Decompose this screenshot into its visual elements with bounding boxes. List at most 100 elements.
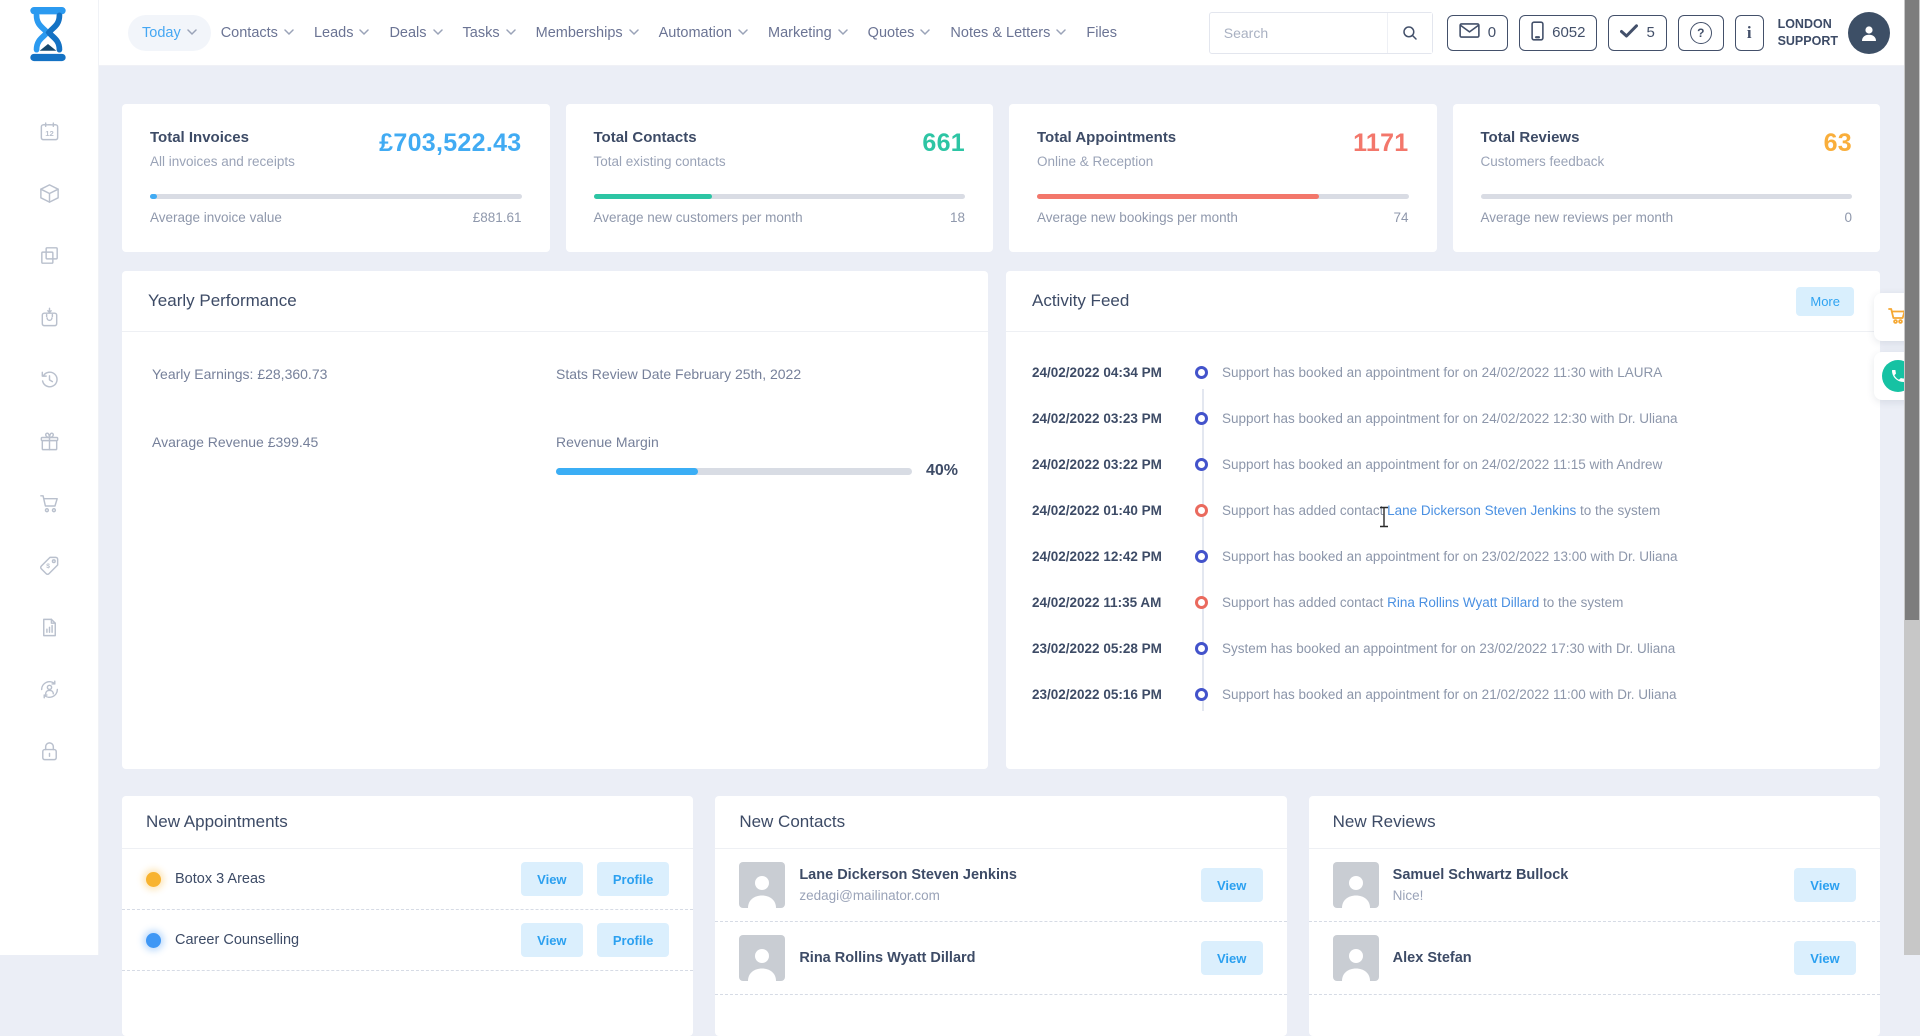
- appointment-service: Botox 3 Areas: [175, 871, 266, 887]
- lock-icon[interactable]: [38, 740, 61, 763]
- nav-item-files[interactable]: Files: [1076, 25, 1127, 41]
- view-button[interactable]: View: [520, 862, 583, 896]
- more-button[interactable]: More: [1796, 286, 1854, 316]
- view-button[interactable]: View: [1200, 941, 1263, 975]
- activity-item: 24/02/2022 12:42 PM Support has booked a…: [1032, 533, 1854, 579]
- tasks-button[interactable]: 5: [1608, 14, 1667, 51]
- info-button[interactable]: i: [1734, 14, 1764, 51]
- activity-dot-icon: [1195, 687, 1208, 701]
- stat-footer-value: £881.61: [472, 210, 522, 225]
- appointment-row: Botox 3 Areas View Profile: [122, 849, 694, 910]
- activity-dot-icon: [1195, 411, 1208, 425]
- history-icon[interactable]: [38, 368, 61, 391]
- report-icon[interactable]: [38, 616, 61, 639]
- copy-icon[interactable]: [38, 244, 61, 267]
- activity-text: Support has added contact: [1222, 502, 1388, 518]
- activity-time: 24/02/2022 01:40 PM: [1032, 502, 1162, 518]
- stat-footer-value: 0: [1844, 210, 1852, 225]
- user-avatar-icon[interactable]: [1848, 11, 1890, 54]
- activity-text: Support has booked an appointment for on…: [1222, 410, 1678, 426]
- activity-item: 24/02/2022 01:40 PM Support has added co…: [1032, 487, 1854, 533]
- activity-time: 24/02/2022 04:34 PM: [1032, 364, 1162, 380]
- stat-progress-track: [150, 194, 522, 199]
- review-comment: Nice!: [1392, 888, 1424, 903]
- view-button[interactable]: View: [1793, 941, 1856, 975]
- panel-title: New Appointments: [146, 812, 288, 831]
- activity-time: 23/02/2022 05:28 PM: [1032, 640, 1162, 656]
- nav-item-contacts[interactable]: Contacts: [211, 25, 304, 41]
- activity-contact-link[interactable]: Rina Rollins Wyatt Dillard: [1387, 595, 1539, 610]
- activity-item: 24/02/2022 03:22 PM Support has booked a…: [1032, 441, 1854, 487]
- sms-button[interactable]: 6052: [1519, 14, 1598, 51]
- stat-progress-fill: [150, 194, 158, 199]
- activity-text: Support has booked an appointment for on…: [1222, 548, 1678, 564]
- new-contacts-panel: New Contacts Lane Dickerson Steven Jenki…: [715, 796, 1287, 1036]
- activity-text: Support has booked an appointment for on…: [1222, 456, 1663, 472]
- avatar: [739, 862, 786, 908]
- messages-button[interactable]: 0: [1446, 14, 1509, 51]
- stat-title: Total Contacts: [593, 129, 697, 146]
- revenue-margin-pct: 40%: [925, 462, 958, 479]
- bag-icon[interactable]: [38, 306, 61, 329]
- reviewer-name: Alex Stefan: [1392, 950, 1472, 966]
- nav-item-automation[interactable]: Automation: [649, 25, 758, 41]
- revenue-margin: Revenue Margin 40%: [556, 434, 958, 480]
- view-button[interactable]: View: [520, 923, 583, 957]
- dashboard: Total Invoices All invoices and receipts…: [98, 66, 1904, 1036]
- profile-button[interactable]: Profile: [596, 923, 670, 957]
- nav-item-leads[interactable]: Leads: [304, 25, 380, 41]
- activity-contact-link[interactable]: Lane Dickerson Steven Jenkins: [1387, 503, 1576, 518]
- search-input[interactable]: [1209, 24, 1387, 41]
- activity-time: 24/02/2022 03:23 PM: [1032, 410, 1162, 426]
- package-icon[interactable]: [38, 182, 61, 205]
- help-button[interactable]: ?: [1677, 14, 1724, 51]
- stat-value: 1171: [1353, 129, 1409, 157]
- nav-item-tasks[interactable]: Tasks: [453, 25, 526, 41]
- check-icon: [1620, 23, 1639, 42]
- contact-name: Lane Dickerson Steven Jenkins: [799, 867, 1017, 883]
- nav-item-today[interactable]: Today: [128, 14, 211, 51]
- activity-time: 24/02/2022 03:22 PM: [1032, 456, 1162, 472]
- svg-text:$: $: [46, 563, 50, 570]
- nav-item-quotes[interactable]: Quotes: [858, 25, 941, 41]
- price-tag-icon[interactable]: $: [38, 554, 61, 577]
- average-revenue: Avarage Revenue £399.45: [152, 434, 319, 450]
- nav-item-deals[interactable]: Deals: [379, 25, 452, 41]
- hourglass-logo-icon[interactable]: [22, 6, 74, 62]
- nav-item-memberships[interactable]: Memberships: [526, 25, 649, 41]
- avatar: [1332, 862, 1379, 908]
- stat-title: Total Reviews: [1480, 129, 1580, 146]
- stat-progress-fill: [593, 194, 713, 199]
- view-button[interactable]: View: [1200, 868, 1263, 902]
- stats-review-date: Stats Review Date February 25th, 2022: [556, 366, 802, 382]
- profile-button[interactable]: Profile: [596, 862, 670, 896]
- user-sync-icon[interactable]: [38, 678, 61, 701]
- activity-text: System has booked an appointment for on …: [1222, 640, 1676, 656]
- sidebar-icon-menu: 12 $: [0, 120, 98, 763]
- cart-icon[interactable]: [38, 492, 61, 515]
- yearly-earnings: Yearly Earnings: £28,360.73: [152, 366, 328, 382]
- stat-footer-value: 18: [949, 210, 965, 225]
- stat-footer-label: Average invoice value: [150, 210, 282, 225]
- activity-item: 23/02/2022 05:16 PM Support has booked a…: [1032, 671, 1854, 717]
- activity-dot-icon: [1195, 595, 1208, 609]
- stat-progress-track: [1480, 194, 1852, 199]
- scrollbar-thumb[interactable]: [1905, 0, 1919, 620]
- activity-dot-icon: [1195, 549, 1208, 563]
- user-menu[interactable]: LONDON SUPPORT: [1778, 11, 1890, 54]
- nav-item-notes-letters[interactable]: Notes & Letters: [940, 25, 1076, 41]
- search-icon[interactable]: [1386, 12, 1432, 53]
- stat-card-appointments: Total Appointments Online & Reception 11…: [1009, 104, 1437, 252]
- activity-text: Support has booked an appointment for on…: [1222, 686, 1677, 702]
- activity-item: 24/02/2022 04:34 PM Support has booked a…: [1032, 349, 1854, 395]
- appointment-row: Career Counselling View Profile: [122, 910, 694, 971]
- nav-item-marketing[interactable]: Marketing: [758, 25, 858, 41]
- gift-icon[interactable]: [38, 430, 61, 453]
- calendar-icon[interactable]: 12: [38, 120, 61, 143]
- svg-text:12: 12: [45, 129, 54, 138]
- view-button[interactable]: View: [1793, 868, 1856, 902]
- contact-row: Rina Rollins Wyatt Dillard View: [715, 922, 1287, 995]
- activity-time: 24/02/2022 11:35 AM: [1032, 594, 1162, 610]
- revenue-margin-track: [556, 467, 912, 475]
- activity-text-suffix: to the system: [1539, 594, 1624, 610]
